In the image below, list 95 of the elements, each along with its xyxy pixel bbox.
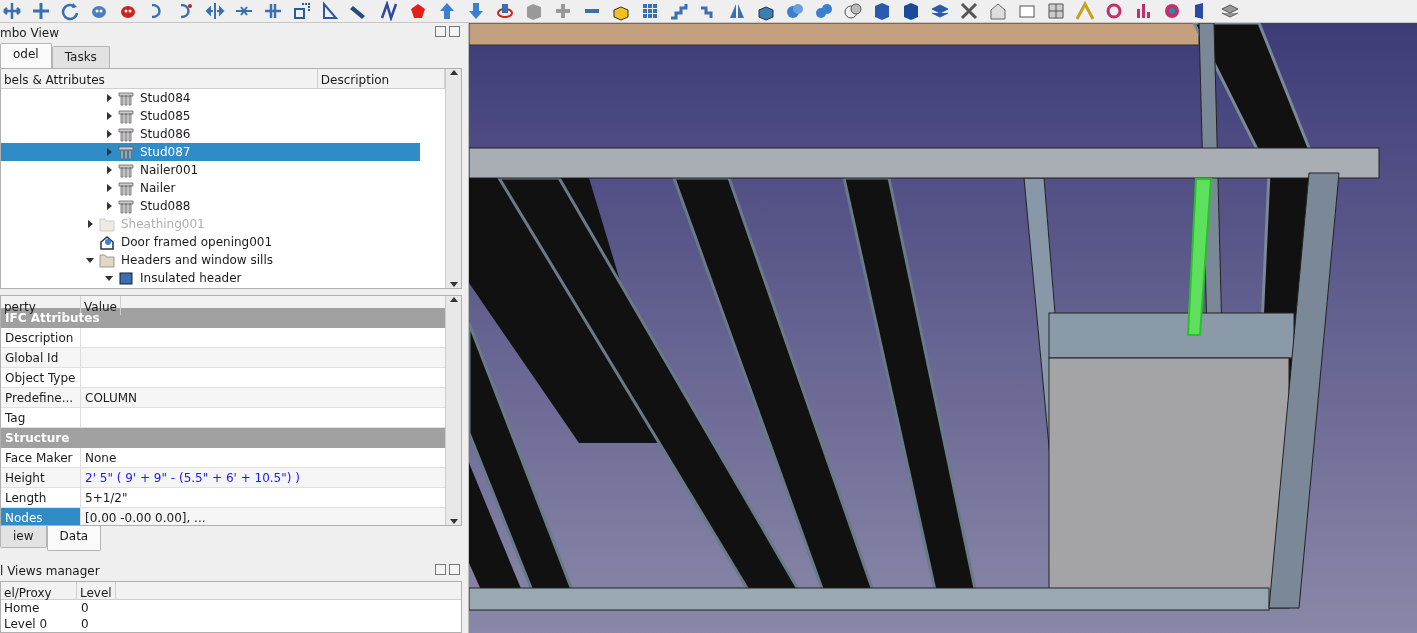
column-header: el/Proxy xyxy=(1,582,77,599)
table-cell-text: Home xyxy=(3,600,41,616)
spheres-icon[interactable] xyxy=(814,1,834,21)
collapse-arrow-icon[interactable] xyxy=(105,273,113,282)
property-name[interactable]: Face Maker xyxy=(1,448,81,468)
property-value[interactable]: COLUMN xyxy=(81,388,142,408)
scrollbar[interactable] xyxy=(445,296,461,526)
table-cell-text: Level 0 xyxy=(3,616,49,632)
column-icon xyxy=(118,107,134,124)
shear-icon[interactable] xyxy=(321,1,341,21)
wire-icon[interactable] xyxy=(379,1,399,21)
spheres-icon[interactable] xyxy=(785,1,805,21)
block-icon[interactable] xyxy=(524,1,544,21)
property-name[interactable]: Description xyxy=(1,328,81,348)
tree-item[interactable]: Stud085 xyxy=(1,106,420,125)
table-cell-text: 0 xyxy=(80,616,89,632)
spheres-icon[interactable] xyxy=(843,1,863,21)
scroll-up-icon[interactable] xyxy=(449,68,458,77)
property-name[interactable]: Global Id xyxy=(1,348,81,368)
expand-arrow-icon[interactable] xyxy=(105,129,113,138)
column-icon xyxy=(118,179,134,196)
column-icon xyxy=(118,89,134,106)
window-icon[interactable] xyxy=(1046,1,1066,21)
scrollbar[interactable] xyxy=(445,68,461,289)
selected-stud-highlight[interactable] xyxy=(1186,178,1213,336)
float-icon[interactable] xyxy=(435,564,446,576)
cube-icon xyxy=(118,269,134,286)
property-name[interactable]: Predefine... xyxy=(1,388,81,408)
mirror-icon[interactable] xyxy=(205,1,225,21)
expand-arrow-icon[interactable] xyxy=(105,183,113,192)
tree-item[interactable]: Nailer xyxy=(1,178,420,197)
arrow-up-icon[interactable] xyxy=(437,1,457,21)
property-value[interactable]: None xyxy=(81,448,121,468)
collapse-arrow-icon[interactable] xyxy=(86,255,94,264)
tree-item[interactable]: Door framed opening001 xyxy=(1,232,420,251)
property-name[interactable]: Nodes xyxy=(1,508,81,526)
tree-item[interactable]: Stud084 xyxy=(1,88,420,107)
table-cell-text: 0 xyxy=(80,600,89,616)
cube-icon[interactable] xyxy=(901,1,921,21)
folder-icon xyxy=(99,251,115,268)
scroll-up-icon[interactable] xyxy=(449,296,458,305)
expand-arrow-icon[interactable] xyxy=(86,219,94,228)
ring-icon[interactable] xyxy=(1104,1,1124,21)
property-name[interactable]: Length xyxy=(1,488,81,508)
pentagon-icon[interactable] xyxy=(408,1,428,21)
panel-title: l Views manager xyxy=(0,563,100,581)
scale-icon[interactable] xyxy=(292,1,312,21)
arrow-down-icon[interactable] xyxy=(466,1,486,21)
close-icon[interactable] xyxy=(449,25,460,37)
property-value[interactable]: [0.00 -0.00 0.00], ... xyxy=(81,508,210,526)
cross-icon[interactable] xyxy=(263,1,283,21)
house-icon[interactable] xyxy=(988,1,1008,21)
tree-item[interactable]: Stud086 xyxy=(1,124,420,143)
house-icon xyxy=(99,233,115,250)
move-arrows-icon[interactable] xyxy=(2,1,22,21)
expand-arrow-icon[interactable] xyxy=(105,201,113,210)
column-header: Level xyxy=(77,582,116,599)
scroll-down-icon[interactable] xyxy=(449,517,458,526)
sphere-icon[interactable] xyxy=(1162,1,1182,21)
rotate-icon[interactable] xyxy=(60,1,80,21)
scroll-down-icon[interactable] xyxy=(449,280,458,289)
tab[interactable]: odel xyxy=(0,42,52,68)
column-icon xyxy=(118,197,134,214)
rotate-icon[interactable] xyxy=(495,1,515,21)
tab[interactable]: Tasks xyxy=(51,45,110,68)
plus-icon[interactable] xyxy=(553,1,573,21)
float-icon[interactable] xyxy=(435,25,446,37)
property-name[interactable]: Tag xyxy=(1,408,81,428)
tree-item[interactable]: Stud088 xyxy=(1,196,420,215)
property-name[interactable]: Object Type xyxy=(1,368,81,388)
expand-arrow-icon[interactable] xyxy=(105,111,113,120)
group-header: Structure xyxy=(1,428,445,449)
tree-item[interactable]: Nailer001 xyxy=(1,160,420,179)
panel-title: mbo View xyxy=(0,24,59,42)
column-header: bels & Attributes xyxy=(1,68,318,88)
column-icon xyxy=(118,125,134,142)
folder-icon xyxy=(99,215,115,232)
tools-icon[interactable] xyxy=(959,1,979,21)
tree-item[interactable]: Insulated header xyxy=(1,268,420,287)
expand-arrow-icon[interactable] xyxy=(105,165,113,174)
tab[interactable]: Data xyxy=(46,526,102,552)
property-name[interactable]: Height xyxy=(1,468,81,488)
steps-icon[interactable] xyxy=(669,1,689,21)
property-value[interactable]: 5+1/2" xyxy=(81,488,132,508)
cube-icon[interactable] xyxy=(872,1,892,21)
grid-icon[interactable] xyxy=(640,1,660,21)
property-value[interactable]: 2' 5" ( 9' + 9" - (5.5" + 6' + 10.5") ) xyxy=(81,468,304,488)
tree-item[interactable]: Headers and window sills xyxy=(1,250,420,269)
tree-item[interactable]: Stud087 xyxy=(1,142,420,161)
move-arrows-icon[interactable] xyxy=(31,1,51,21)
tab[interactable]: iew xyxy=(0,526,47,549)
expand-arrow-icon[interactable] xyxy=(105,93,113,102)
column-icon xyxy=(118,161,134,178)
column-icon xyxy=(118,143,134,160)
close-icon[interactable] xyxy=(449,564,460,576)
